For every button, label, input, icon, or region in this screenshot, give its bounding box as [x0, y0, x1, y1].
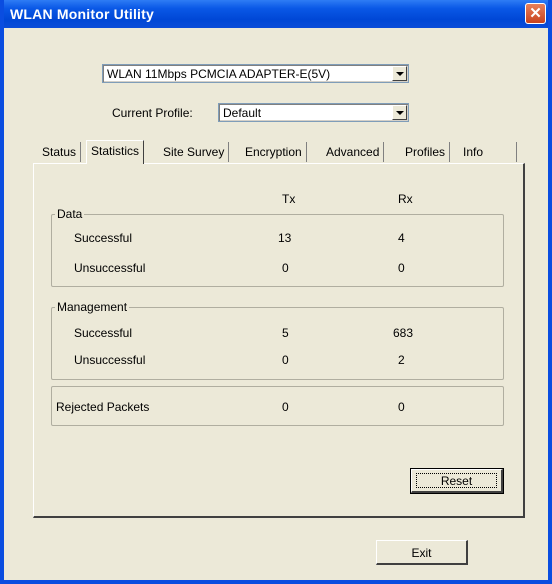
- tab-advanced[interactable]: Advanced: [322, 142, 385, 162]
- management-unsuccessful-tx: 0: [282, 353, 289, 367]
- management-successful-rx: 683: [393, 326, 414, 340]
- close-icon: ✕: [529, 5, 542, 22]
- tab-status[interactable]: Status: [38, 142, 82, 162]
- data-successful-tx: 13: [278, 231, 292, 245]
- management-successful-label: Successful: [74, 326, 133, 340]
- adapter-select-value: WLAN 11Mbps PCMCIA ADAPTER-E(5V): [107, 67, 331, 81]
- management-group-title: Management: [55, 300, 130, 314]
- rejected-packets-label: Rejected Packets: [56, 400, 150, 414]
- chevron-down-icon[interactable]: [392, 66, 407, 81]
- exit-button[interactable]: Exit: [376, 540, 468, 565]
- data-unsuccessful-rx: 0: [398, 261, 405, 275]
- close-button[interactable]: ✕: [525, 3, 546, 24]
- management-group: Management Successful 5 683 Unsuccessful…: [51, 300, 504, 380]
- tx-column-header: Tx: [282, 192, 296, 206]
- current-profile-label: Current Profile:: [112, 106, 193, 120]
- window-title: WLAN Monitor Utility: [10, 6, 154, 22]
- data-group: Data Successful 13 4 Unsuccessful 0 0: [51, 207, 504, 287]
- management-successful-tx: 5: [282, 326, 289, 340]
- rejected-packets-tx: 0: [282, 400, 289, 414]
- data-group-title: Data: [55, 207, 85, 221]
- rejected-packets-rx: 0: [398, 400, 405, 414]
- tab-info[interactable]: Info: [459, 142, 517, 162]
- tab-site-survey[interactable]: Site Survey: [159, 142, 230, 162]
- statistics-panel: Tx Rx Data Successful 13 4 Unsuccessful …: [33, 163, 525, 518]
- tab-statistics[interactable]: Statistics: [86, 140, 145, 164]
- rejected-packets-group: Rejected Packets 0 0: [51, 386, 504, 426]
- management-unsuccessful-rx: 2: [398, 353, 405, 367]
- reset-button[interactable]: Reset: [410, 468, 504, 494]
- tab-encryption[interactable]: Encryption: [241, 142, 307, 162]
- tab-profiles[interactable]: Profiles: [401, 142, 451, 162]
- exit-button-label: Exit: [411, 546, 432, 560]
- profile-select-value: Default: [223, 106, 262, 120]
- reset-button-label: Reset: [440, 474, 473, 488]
- chevron-down-icon[interactable]: [392, 105, 407, 120]
- data-successful-rx: 4: [398, 231, 405, 245]
- rx-column-header: Rx: [398, 192, 413, 206]
- data-unsuccessful-label: Unsuccessful: [74, 261, 146, 275]
- profile-select[interactable]: Default: [218, 103, 409, 122]
- data-successful-label: Successful: [74, 231, 133, 245]
- management-unsuccessful-label: Unsuccessful: [74, 353, 146, 367]
- title-bar[interactable]: WLAN Monitor Utility ✕: [4, 0, 548, 28]
- wlan-monitor-window: WLAN Monitor Utility ✕ WLAN 11Mbps PCMCI…: [0, 0, 552, 584]
- data-unsuccessful-tx: 0: [282, 261, 289, 275]
- adapter-select[interactable]: WLAN 11Mbps PCMCIA ADAPTER-E(5V): [102, 64, 409, 83]
